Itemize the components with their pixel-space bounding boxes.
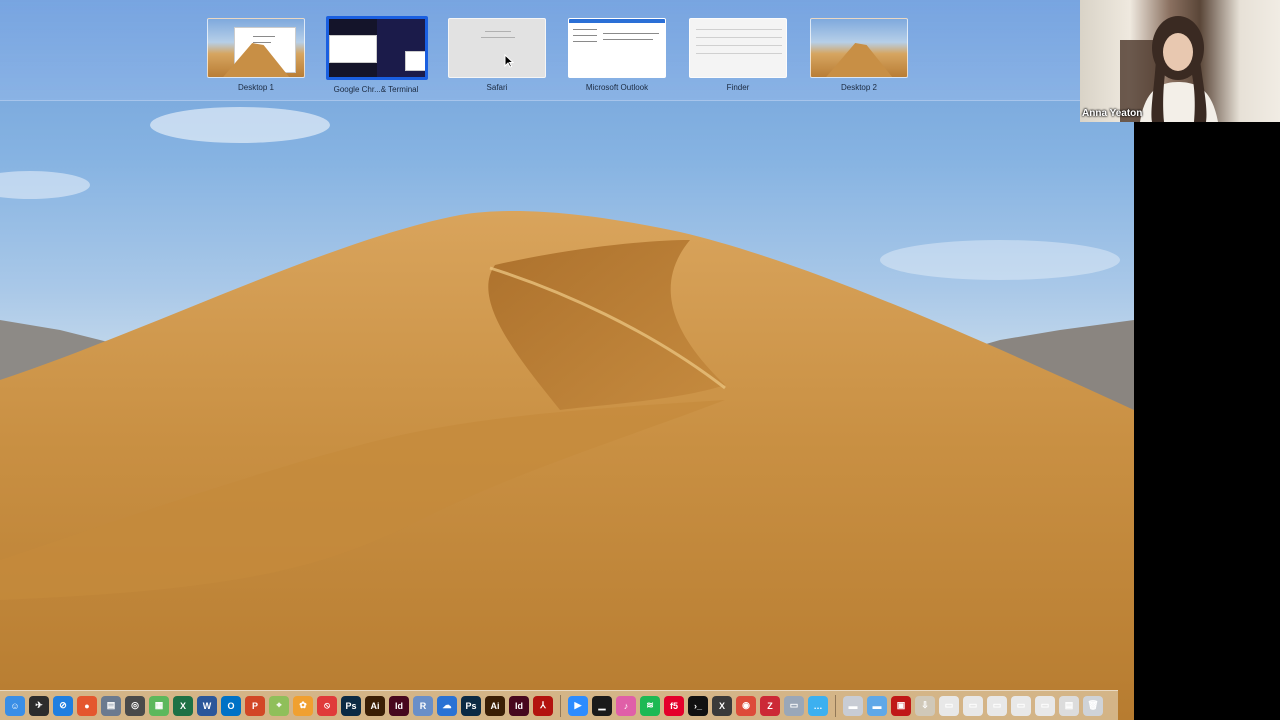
desktop-wallpaper xyxy=(0,0,1134,720)
mojave-dune-graphic xyxy=(0,107,1134,720)
onedrive-icon[interactable]: ☁ xyxy=(437,695,457,716)
space-label: Google Chr...& Terminal xyxy=(333,85,419,94)
file-3-icon[interactable]: ▭ xyxy=(987,695,1007,716)
documents-folder-icon[interactable]: ▬ xyxy=(843,695,863,716)
trash-icon[interactable]: 🗑 xyxy=(1083,695,1103,716)
space-desktop-1[interactable]: Desktop 1 xyxy=(206,18,306,92)
space-microsoft-outlook[interactable]: Microsoft Outlook xyxy=(567,18,667,92)
participant-video-feed xyxy=(1120,16,1218,122)
x11-icon[interactable]: X xyxy=(712,695,732,716)
preview-icon[interactable]: ▤ xyxy=(101,695,121,716)
file-4-icon[interactable]: ▭ xyxy=(1011,695,1031,716)
photoshop-2-icon[interactable]: Ps xyxy=(461,695,481,716)
space-desktop-2[interactable]: Desktop 2 xyxy=(809,18,909,92)
indesign-icon[interactable]: Id xyxy=(389,695,409,716)
pdf-document-icon[interactable]: ▣ xyxy=(891,695,911,716)
itunes-icon[interactable]: ♪ xyxy=(616,695,636,716)
chrome-icon[interactable]: ◉ xyxy=(736,695,756,716)
excel-icon[interactable]: X xyxy=(173,695,193,716)
space-finder[interactable]: Finder xyxy=(688,18,788,92)
downloads-icon[interactable]: ⇩ xyxy=(915,695,935,716)
space-thumbnail[interactable] xyxy=(326,16,428,80)
space-label: Desktop 2 xyxy=(840,83,878,92)
finder-icon[interactable]: ☺ xyxy=(5,695,25,716)
launchpad-icon[interactable]: ✈ xyxy=(29,695,49,716)
firefox-icon[interactable]: ● xyxy=(77,695,97,716)
photoshop-icon[interactable]: Ps xyxy=(341,695,361,716)
space-label: Finder xyxy=(726,83,750,92)
dock: ☺ ✈ ⊘ ● ▤ ◎ ▦ X W O P ⌖ ✿ ⦸ Ps Ai Id R ☁ Ps Ai Id ⅄ ▶ ▁ ♪ ≋ f5 ›_ X ◉ Z… xyxy=(0,690,1118,720)
space-thumbnail[interactable] xyxy=(810,18,908,78)
illustrator-2-icon[interactable]: Ai xyxy=(485,695,505,716)
terminal-icon[interactable]: ›_ xyxy=(688,695,708,716)
dock-separator xyxy=(835,694,836,717)
space-label: Microsoft Outlook xyxy=(585,83,649,92)
file-5-icon[interactable]: ▭ xyxy=(1035,695,1055,716)
outlook-icon[interactable]: O xyxy=(221,695,241,716)
webcam-video-tile: Anna Yeaton xyxy=(1080,0,1280,122)
space-thumbnail[interactable] xyxy=(207,18,305,78)
activity-monitor-icon[interactable]: ▁ xyxy=(592,695,612,716)
maps-2-icon[interactable]: ⌖ xyxy=(269,695,289,716)
powerpoint-icon[interactable]: P xyxy=(245,695,265,716)
video-panel-background xyxy=(1134,122,1280,720)
maps-icon[interactable]: ▦ xyxy=(149,695,169,716)
spiral-app-icon[interactable]: ◎ xyxy=(125,695,145,716)
space-thumbnail[interactable] xyxy=(448,18,546,78)
preview-2-icon[interactable]: ▭ xyxy=(784,695,804,716)
space-safari[interactable]: Safari xyxy=(447,18,547,92)
illustrator-icon[interactable]: Ai xyxy=(365,695,385,716)
folder-icon[interactable]: ▬ xyxy=(867,695,887,716)
photos-icon[interactable]: ✿ xyxy=(293,695,313,716)
space-label: Desktop 1 xyxy=(237,83,275,92)
safari-icon[interactable]: ⊘ xyxy=(53,695,73,716)
r-app-icon[interactable]: R xyxy=(413,695,433,716)
mission-control-spaces-bar: Desktop 1 Google Chr...& Terminal Safari… xyxy=(0,0,1134,101)
file-6-icon[interactable]: ▤ xyxy=(1059,695,1079,716)
no-entry-icon[interactable]: ⦸ xyxy=(317,695,337,716)
space-chrome-terminal[interactable]: Google Chr...& Terminal xyxy=(326,16,428,94)
space-thumbnail[interactable] xyxy=(568,18,666,78)
indesign-2-icon[interactable]: Id xyxy=(509,695,529,716)
zotero-icon[interactable]: Z xyxy=(760,695,780,716)
messages-icon[interactable]: … xyxy=(808,695,828,716)
spotify-icon[interactable]: ≋ xyxy=(640,695,660,716)
space-label: Safari xyxy=(486,83,508,92)
word-icon[interactable]: W xyxy=(197,695,217,716)
dock-separator xyxy=(560,694,561,717)
f5-icon[interactable]: f5 xyxy=(664,695,684,716)
mouse-cursor-icon xyxy=(504,54,514,68)
acrobat-icon[interactable]: ⅄ xyxy=(533,695,553,716)
participant-name: Anna Yeaton xyxy=(1082,108,1143,119)
space-thumbnail[interactable] xyxy=(689,18,787,78)
file-icon[interactable]: ▭ xyxy=(939,695,959,716)
file-2-icon[interactable]: ▭ xyxy=(963,695,983,716)
zoom-icon[interactable]: ▶ xyxy=(568,695,588,716)
